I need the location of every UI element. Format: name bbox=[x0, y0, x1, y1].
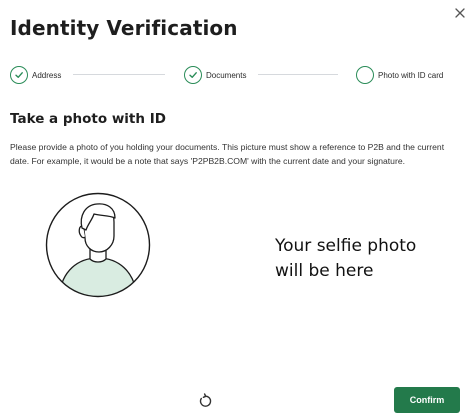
confirm-button[interactable]: Confirm bbox=[394, 387, 460, 413]
check-icon bbox=[184, 66, 202, 84]
step-address: Address bbox=[10, 64, 61, 86]
progress-stepper: Address Documents Photo with ID card bbox=[0, 64, 472, 88]
section-description: Please provide a photo of you holding yo… bbox=[10, 142, 445, 166]
section-heading: Take a photo with ID bbox=[10, 111, 166, 127]
modal-title: Identity Verification bbox=[10, 16, 238, 40]
empty-circle-icon bbox=[356, 66, 374, 84]
step-connector bbox=[73, 74, 165, 75]
step-label: Documents bbox=[206, 70, 247, 80]
step-label: Photo with ID card bbox=[378, 70, 444, 80]
selfie-placeholder-line: will be here bbox=[275, 261, 374, 281]
step-label: Address bbox=[32, 70, 62, 80]
selfie-placeholder-text: Your selfie photo will be here bbox=[275, 234, 465, 284]
rotate-icon[interactable] bbox=[197, 393, 213, 409]
step-photo-id: Photo with ID card bbox=[356, 64, 443, 86]
close-icon[interactable] bbox=[452, 5, 468, 21]
selfie-placeholder-line: Your selfie photo bbox=[275, 236, 417, 256]
check-icon bbox=[10, 66, 28, 84]
step-connector bbox=[258, 74, 338, 75]
step-documents: Documents bbox=[184, 64, 246, 86]
user-silhouette-icon bbox=[45, 192, 151, 298]
